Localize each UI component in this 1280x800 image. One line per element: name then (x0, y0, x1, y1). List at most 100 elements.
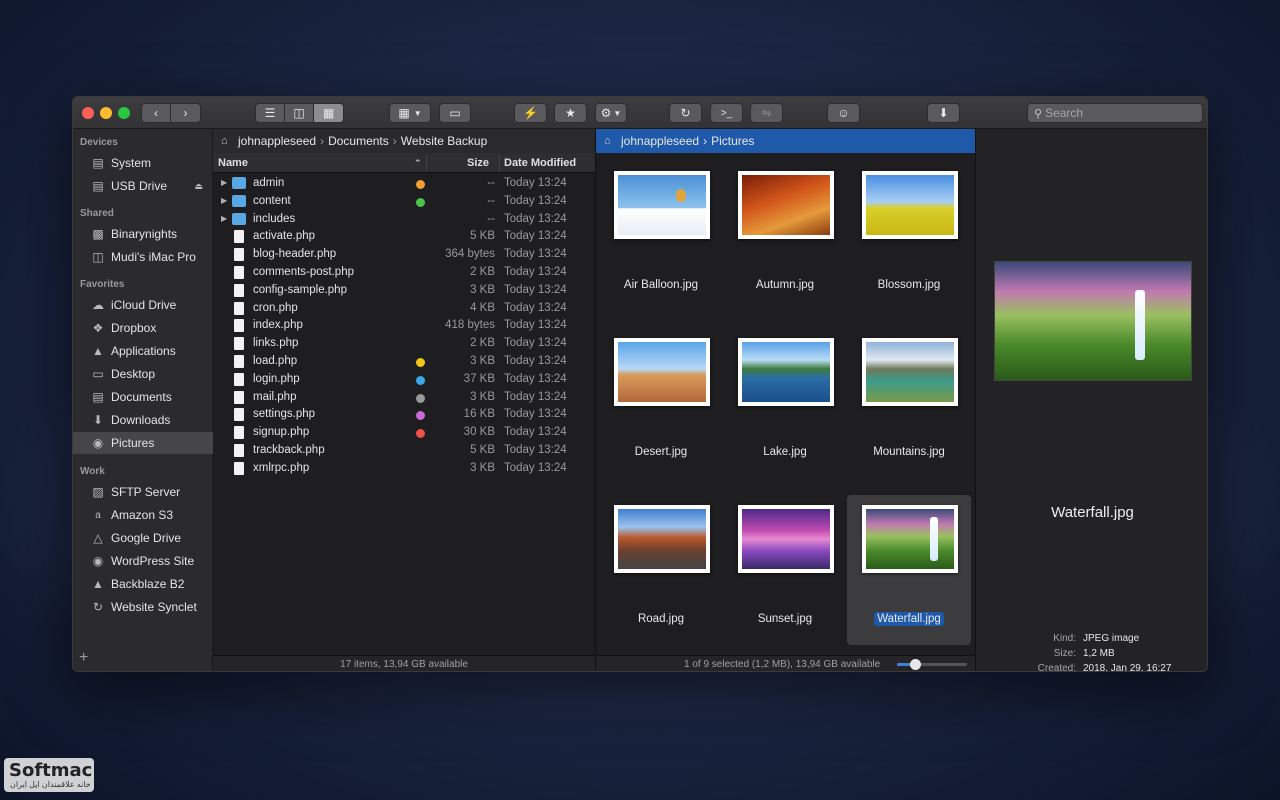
column-header-date[interactable]: Date Modified (504, 157, 576, 169)
search-field[interactable]: ⚲ (1027, 103, 1203, 123)
file-row[interactable]: xmlrpc.php 3 KB Today 13:24 (213, 460, 595, 478)
file-row[interactable]: blog-header.php 364 bytes Today 13:24 (213, 246, 595, 264)
sidebar-item-amazon-s3[interactable]: a Amazon S3 (73, 504, 213, 526)
terminal-button[interactable]: >_ (710, 103, 743, 123)
arrange-menu-button[interactable]: ▦ ▼ (389, 103, 431, 123)
image-tile[interactable]: Lake.jpg (723, 328, 847, 478)
star-icon: ★ (565, 106, 576, 120)
file-row[interactable]: config-sample.php 3 KB Today 13:24 (213, 282, 595, 300)
refresh-button[interactable]: ↻ (669, 103, 702, 123)
file-row[interactable]: links.php 2 KB Today 13:24 (213, 335, 595, 353)
sidebar-item-dropbox[interactable]: ❖ Dropbox (73, 317, 213, 339)
image-tile[interactable]: Waterfall.jpg (847, 495, 971, 645)
sidebar-item-google-drive[interactable]: △ Google Drive (73, 527, 213, 549)
cloud-icon: ☁ (92, 298, 104, 312)
sort-ascending-icon[interactable]: ⌃ (414, 158, 422, 169)
new-file-button[interactable]: ▭ (439, 103, 471, 123)
sidebar-item-system[interactable]: ▤ System (73, 152, 213, 174)
breadcrumb-item[interactable]: johnappleseed (621, 134, 699, 148)
sidebar-item-icloud-drive[interactable]: ☁ iCloud Drive (73, 294, 213, 316)
close-window-button[interactable] (82, 107, 94, 119)
sidebar-item-label: Backblaze B2 (111, 577, 185, 591)
chevron-down-icon: ▼ (613, 108, 622, 118)
download-button[interactable]: ⬇ (927, 103, 960, 123)
thumbnail-picture (866, 175, 954, 235)
file-row[interactable]: load.php 3 KB Today 13:24 (213, 353, 595, 371)
sidebar-item-label: USB Drive (111, 179, 168, 193)
eject-icon[interactable]: ⏏ (194, 181, 203, 192)
image-filename: Blossom.jpg (877, 279, 941, 291)
sidebar-item-documents[interactable]: ▤ Documents (73, 386, 213, 408)
file-row[interactable]: trackback.php 5 KB Today 13:24 (213, 442, 595, 460)
emoji-button[interactable]: ☺ (827, 103, 860, 123)
add-sidebar-item-button[interactable]: + (79, 649, 88, 667)
breadcrumb-item[interactable]: Documents (328, 134, 389, 148)
sidebar-item-usb-drive[interactable]: ▤ USB Drive ⏏ (73, 175, 213, 197)
file-row[interactable]: signup.php 30 KB Today 13:24 (213, 424, 595, 442)
breadcrumb-item[interactable]: johnappleseed (238, 134, 316, 148)
image-tile[interactable]: Blossom.jpg (847, 161, 971, 311)
sidebar-item-applications[interactable]: ▲ Applications (73, 340, 213, 362)
breadcrumb-item[interactable]: Website Backup (401, 134, 488, 148)
image-tile[interactable]: Autumn.jpg (723, 161, 847, 311)
zoom-slider[interactable] (897, 659, 967, 670)
file-row[interactable]: settings.php 16 KB Today 13:24 (213, 406, 595, 424)
list-view-button[interactable]: ☰ (256, 104, 285, 122)
column-header-name[interactable]: Name (218, 157, 248, 169)
file-row[interactable]: activate.php 5 KB Today 13:24 (213, 228, 595, 246)
file-row[interactable]: login.php 37 KB Today 13:24 (213, 371, 595, 389)
back-button[interactable]: ‹ (142, 104, 171, 122)
image-thumbnail (862, 171, 958, 239)
column-view-button[interactable]: ◫ (285, 104, 314, 122)
zoom-window-button[interactable] (118, 107, 130, 119)
file-size: 5 KB (470, 444, 495, 456)
sidebar-item-label: Desktop (111, 367, 156, 381)
lightning-icon: ⚡ (523, 106, 538, 120)
sidebar-item-desktop[interactable]: ▭ Desktop (73, 363, 213, 385)
image-tile[interactable]: Mountains.jpg (847, 328, 971, 478)
file-row[interactable]: ▶ includes -- Today 13:24 (213, 211, 595, 229)
sidebar-item-label: Downloads (111, 413, 171, 427)
image-tile[interactable]: Desert.jpg (599, 328, 723, 478)
disclosure-triangle-icon[interactable]: ▶ (221, 196, 227, 205)
image-tile[interactable]: Air Balloon.jpg (599, 161, 723, 311)
favorite-button[interactable]: ★ (554, 103, 587, 123)
sidebar-item-imac-pro[interactable]: ◫ Mudi's iMac Pro (73, 246, 213, 268)
file-row[interactable]: comments-post.php 2 KB Today 13:24 (213, 264, 595, 282)
breadcrumb: ⌂ johnappleseed › Pictures (596, 129, 975, 153)
sidebar-item-wordpress-site[interactable]: ◉ WordPress Site (73, 550, 213, 572)
file-row[interactable]: ▶ content -- Today 13:24 (213, 193, 595, 211)
action-menu-button[interactable]: ⚙ ▼ (595, 103, 627, 123)
file-name: comments-post.php (253, 266, 354, 278)
file-row[interactable]: cron.php 4 KB Today 13:24 (213, 300, 595, 318)
forward-button[interactable]: › (171, 104, 200, 122)
breadcrumb-item[interactable]: Pictures (711, 134, 754, 148)
column-header-size[interactable]: Size (467, 157, 489, 169)
sidebar-item-pictures[interactable]: ◉ Pictures (73, 432, 213, 454)
minimize-window-button[interactable] (100, 107, 112, 119)
file-row[interactable]: index.php 418 bytes Today 13:24 (213, 317, 595, 335)
icon-view-button[interactable]: ▦ (314, 104, 343, 122)
disclosure-triangle-icon[interactable]: ▶ (221, 214, 227, 223)
sidebar-header-work: Work (80, 466, 105, 477)
image-tile[interactable]: Sunset.jpg (723, 495, 847, 645)
file-row[interactable]: ▶ admin -- Today 13:24 (213, 175, 595, 193)
quick-action-button[interactable]: ⚡ (514, 103, 547, 123)
sidebar-item-sftp-server[interactable]: ▨ SFTP Server (73, 481, 213, 503)
sidebar-item-label: Applications (111, 344, 176, 358)
sidebar-item-backblaze-b2[interactable]: ▲ Backblaze B2 (73, 573, 213, 595)
disclosure-triangle-icon[interactable]: ▶ (221, 178, 227, 187)
connect-button[interactable]: ⇋ (750, 103, 783, 123)
sidebar-item-binarynights[interactable]: ▩ Binarynights (73, 223, 213, 245)
balloon-graphic (676, 189, 686, 202)
color-tag (416, 429, 425, 439)
info-key: Size: (1053, 648, 1076, 659)
search-input[interactable] (1045, 106, 1196, 120)
zoom-slider-handle[interactable] (909, 659, 921, 670)
file-name: content (253, 194, 291, 207)
sidebar-item-downloads[interactable]: ⬇ Downloads (73, 409, 213, 431)
selection-status: 1 of 9 selected (1,2 MB), 13,94 GB avail… (684, 659, 881, 670)
sidebar-item-website-synclet[interactable]: ↻ Website Synclet (73, 596, 213, 618)
file-row[interactable]: mail.php 3 KB Today 13:24 (213, 389, 595, 407)
image-tile[interactable]: Road.jpg (599, 495, 723, 645)
